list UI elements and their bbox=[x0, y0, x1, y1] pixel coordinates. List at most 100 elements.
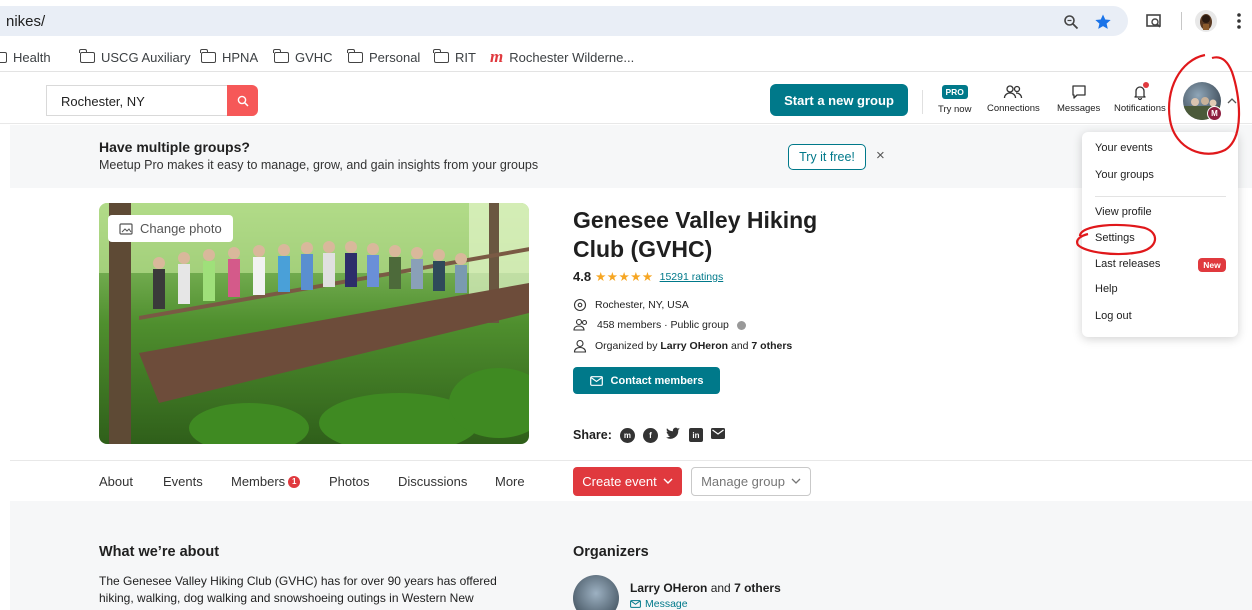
bookmark-label: GVHC bbox=[295, 49, 333, 65]
organizer-name[interactable]: Larry OHeron bbox=[630, 581, 707, 595]
menu-item-log-out[interactable]: Log out bbox=[1095, 310, 1132, 322]
tab-label: More bbox=[495, 474, 525, 489]
menu-item-help[interactable]: Help bbox=[1095, 283, 1118, 295]
start-new-group-button[interactable]: Start a new group bbox=[770, 84, 908, 116]
about-heading: What we’re about bbox=[99, 544, 220, 560]
change-photo-button[interactable]: Change photo bbox=[108, 215, 233, 242]
menu-item-settings[interactable]: Settings bbox=[1095, 232, 1135, 244]
address-bar[interactable]: nikes/ bbox=[0, 6, 1128, 36]
bookmark-label: HPNA bbox=[222, 49, 259, 65]
members-count-badge: 1 bbox=[288, 475, 301, 488]
profile-avatar-icon[interactable] bbox=[1195, 10, 1217, 32]
organizer-others[interactable]: 7 others bbox=[734, 581, 781, 595]
meetup-badge-icon: M bbox=[1207, 106, 1222, 121]
tab-more[interactable]: More bbox=[495, 474, 525, 489]
ratings-count-link[interactable]: 15291 ratings bbox=[660, 271, 724, 283]
folder-icon bbox=[0, 51, 7, 63]
create-event-button[interactable]: Create event bbox=[573, 467, 682, 496]
members-text[interactable]: 458 members · Public group bbox=[597, 319, 729, 331]
bookmark-rochester-wilderness[interactable]: m Rochester Wilderne... bbox=[490, 47, 635, 66]
message-organizer-link[interactable]: Message bbox=[630, 598, 688, 610]
linkedin-icon[interactable]: in bbox=[688, 428, 703, 442]
menu-item-last-releases[interactable]: Last releases bbox=[1095, 258, 1160, 270]
notifications-label: Notifications bbox=[1114, 103, 1166, 114]
try-it-free-button[interactable]: Try it free! bbox=[788, 144, 866, 170]
toolbar-divider bbox=[1181, 12, 1182, 30]
messages-label: Messages bbox=[1057, 103, 1101, 114]
bell-icon bbox=[1132, 81, 1149, 103]
organized-mid: and bbox=[728, 340, 752, 352]
location-pin-icon bbox=[573, 298, 587, 312]
group-rating: 4.8 ★★★★★ 15291 ratings bbox=[573, 269, 723, 284]
image-icon bbox=[119, 222, 133, 235]
group-title: Genesee Valley Hiking Club (GVHC) bbox=[573, 207, 818, 262]
menu-item-your-events[interactable]: Your events bbox=[1095, 142, 1153, 154]
contact-members-button[interactable]: Contact members bbox=[573, 367, 720, 394]
bookmark-health[interactable]: Health bbox=[0, 48, 51, 66]
bookmark-gvhc[interactable]: GVHC bbox=[273, 48, 333, 66]
notifications-link[interactable]: Notifications bbox=[1114, 81, 1166, 114]
share-row: Share: m f in bbox=[573, 427, 725, 443]
try-pro-link[interactable]: PRO Try now bbox=[938, 81, 971, 115]
mail-icon bbox=[589, 375, 603, 386]
organizer-summary: Larry OHeron and 7 others bbox=[630, 581, 781, 595]
tab-members[interactable]: Members 1 bbox=[231, 474, 301, 489]
search-icon bbox=[237, 95, 249, 107]
location-text: Rochester, NY, USA bbox=[595, 299, 689, 311]
zoom-icon[interactable] bbox=[1062, 13, 1080, 31]
bookmark-uscg-auxiliary[interactable]: USCG Auxiliary bbox=[79, 48, 191, 66]
tab-label: Members bbox=[231, 474, 286, 489]
folder-icon bbox=[200, 48, 216, 63]
location-input[interactable]: Rochester, NY bbox=[46, 85, 227, 116]
organizer-name[interactable]: Larry OHeron bbox=[660, 340, 728, 352]
close-icon[interactable]: × bbox=[876, 147, 885, 164]
tab-search-icon[interactable] bbox=[1143, 10, 1165, 32]
tab-label: Discussions bbox=[398, 474, 468, 489]
twitter-icon[interactable] bbox=[665, 427, 681, 443]
meetup-share-icon[interactable]: m bbox=[619, 427, 635, 443]
bookmark-label: RIT bbox=[455, 49, 476, 65]
tab-about[interactable]: About bbox=[99, 474, 133, 489]
search-button[interactable] bbox=[227, 85, 258, 116]
organizer-others[interactable]: 7 others bbox=[751, 340, 792, 352]
info-icon[interactable] bbox=[736, 320, 746, 330]
connections-icon bbox=[1003, 81, 1023, 103]
mail-icon bbox=[630, 600, 641, 608]
browser-menu-icon[interactable] bbox=[1228, 10, 1250, 32]
url-text[interactable]: nikes/ bbox=[6, 13, 45, 30]
contact-members-label: Contact members bbox=[610, 374, 704, 387]
facebook-icon[interactable]: f bbox=[642, 427, 658, 443]
bookmark-label: Rochester Wilderne... bbox=[509, 49, 635, 65]
folder-icon bbox=[273, 48, 289, 63]
bookmark-label: Health bbox=[13, 49, 51, 65]
bookmark-hpna[interactable]: HPNA bbox=[200, 48, 259, 66]
bookmark-star-icon[interactable] bbox=[1094, 13, 1112, 31]
menu-item-view-profile[interactable]: View profile bbox=[1095, 206, 1152, 218]
rating-value: 4.8 bbox=[573, 269, 592, 284]
tab-discussions[interactable]: Discussions bbox=[398, 474, 467, 489]
organized-by-text: Organized by Larry OHeron and 7 others bbox=[595, 340, 792, 352]
meetup-header: Rochester, NY Start a new group PRO Try … bbox=[0, 76, 1252, 124]
connections-link[interactable]: Connections bbox=[987, 81, 1040, 114]
folder-icon bbox=[347, 48, 363, 63]
manage-group-button[interactable]: Manage group bbox=[691, 467, 811, 496]
folder-icon bbox=[433, 48, 449, 63]
chevron-up-icon[interactable] bbox=[1227, 97, 1237, 104]
menu-divider bbox=[1095, 196, 1226, 197]
notification-dot bbox=[1142, 82, 1149, 88]
menu-item-your-groups[interactable]: Your groups bbox=[1095, 169, 1154, 181]
chevron-down-icon bbox=[791, 478, 801, 484]
bookmark-rit[interactable]: RIT bbox=[433, 48, 476, 66]
messages-link[interactable]: Messages bbox=[1057, 81, 1100, 114]
group-organizers-info: Organized by Larry OHeron and 7 others bbox=[573, 339, 792, 353]
organizer-and: and bbox=[707, 581, 735, 595]
bookmark-personal[interactable]: Personal bbox=[347, 48, 421, 66]
person-icon bbox=[573, 339, 587, 353]
email-share-icon[interactable] bbox=[710, 428, 725, 442]
group-location: Rochester, NY, USA bbox=[573, 298, 689, 312]
bookmark-label: Personal bbox=[369, 49, 421, 65]
tab-photos[interactable]: Photos bbox=[329, 474, 369, 489]
meetup-logo-icon: m bbox=[490, 47, 504, 66]
tab-events[interactable]: Events bbox=[163, 474, 203, 489]
banner-title: Have multiple groups? bbox=[99, 139, 250, 155]
